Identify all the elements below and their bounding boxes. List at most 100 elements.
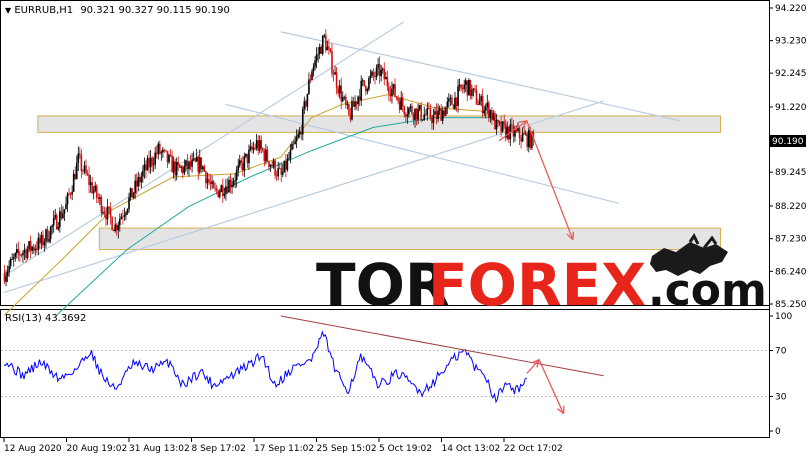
candle-body — [105, 213, 107, 220]
candle-body — [214, 187, 216, 189]
candle-body — [326, 46, 329, 51]
candle-body — [474, 88, 476, 91]
candle-body — [448, 98, 450, 102]
candle-body — [368, 78, 370, 90]
candle-body — [148, 158, 150, 168]
candle-body — [391, 88, 393, 97]
candle-body — [155, 152, 158, 154]
candle-body — [449, 97, 452, 99]
candle-body — [468, 79, 470, 96]
candle-body — [195, 156, 198, 162]
candle-body — [46, 229, 49, 242]
candle-body — [191, 159, 193, 167]
candle-body — [491, 110, 493, 120]
candle-body — [357, 96, 359, 105]
candle-body — [458, 84, 461, 87]
candle-body — [75, 162, 78, 180]
candle-body — [80, 155, 83, 172]
candle-body — [349, 114, 352, 120]
candle-body — [40, 234, 43, 244]
candle-body — [408, 108, 410, 115]
candle-body — [131, 188, 133, 198]
candle-body — [140, 176, 143, 183]
candle-body — [363, 80, 366, 86]
candle-body — [149, 157, 152, 168]
candle-body — [254, 147, 256, 149]
candle-body — [68, 193, 70, 195]
time-tick-label: 25 Sep 15:02 — [317, 444, 377, 454]
candle-body — [175, 162, 178, 176]
candle-body — [242, 162, 244, 171]
candle-body — [45, 229, 47, 242]
candle-body — [503, 121, 505, 124]
candle-body — [292, 143, 295, 145]
candle-body — [320, 46, 323, 54]
candle-body — [240, 160, 243, 163]
candle-body — [301, 108, 304, 135]
candle-body — [231, 184, 233, 188]
candle-body — [278, 168, 281, 170]
candle-body — [3, 272, 6, 282]
candle-body — [511, 124, 513, 126]
rsi-tick-label: 70 — [775, 347, 787, 357]
candle-body — [305, 101, 307, 107]
candle-body — [294, 141, 296, 145]
candle-body — [494, 113, 496, 130]
candle-body — [283, 160, 286, 172]
logo-text-com: .com — [648, 265, 767, 316]
candle-body — [180, 167, 183, 168]
candle-body — [225, 186, 227, 195]
candle-body — [26, 249, 29, 259]
candle-body — [371, 71, 373, 76]
candle-body — [100, 197, 103, 213]
candle-body — [360, 80, 362, 101]
candle-body — [111, 217, 113, 230]
rsi-tick-label: 0 — [775, 427, 781, 437]
candle-body — [265, 149, 267, 162]
candle-body — [274, 160, 276, 176]
candle-body — [521, 133, 524, 142]
price-tick-label: 89.245 — [775, 168, 807, 178]
candle-body — [160, 152, 163, 154]
candle-body — [514, 129, 516, 137]
candle-body — [198, 157, 201, 173]
candle-body — [527, 130, 530, 148]
candle-body — [398, 100, 401, 110]
candle-body — [220, 185, 223, 192]
candle-body — [280, 168, 283, 175]
candle-body — [300, 131, 303, 135]
candle-body — [209, 182, 212, 184]
candle-body — [286, 158, 289, 170]
candle-body — [97, 197, 100, 199]
candle-body — [142, 170, 144, 177]
candle-body — [222, 185, 224, 196]
candle-body — [114, 224, 116, 232]
ohlc-values: 90.321 90.327 90.115 90.190 — [80, 5, 230, 16]
dropdown-triangle-icon[interactable]: ▼ — [5, 6, 11, 15]
candle-body — [414, 108, 416, 120]
candle-body — [395, 96, 398, 98]
candle-body — [139, 176, 141, 183]
candle-body — [412, 113, 415, 120]
candle-body — [20, 255, 23, 256]
candle-body — [372, 71, 375, 77]
candle-body — [49, 226, 52, 240]
candle-body — [120, 216, 123, 220]
candle-body — [325, 35, 327, 51]
candle-body — [82, 171, 84, 172]
candle-body — [298, 131, 301, 135]
candle-body — [134, 180, 136, 193]
channel-line-3 — [280, 31, 681, 122]
candle-body — [171, 155, 173, 173]
candle-body — [518, 128, 521, 139]
candle-body — [174, 161, 176, 176]
candle-body — [415, 108, 418, 120]
candle-body — [25, 249, 27, 259]
sr-zone-1 — [37, 115, 721, 133]
candle-body — [435, 111, 438, 120]
candle-body — [182, 167, 184, 174]
candle-body — [29, 241, 32, 251]
candle-body — [297, 134, 299, 138]
candle-body — [315, 54, 318, 61]
candle-body — [86, 173, 89, 175]
